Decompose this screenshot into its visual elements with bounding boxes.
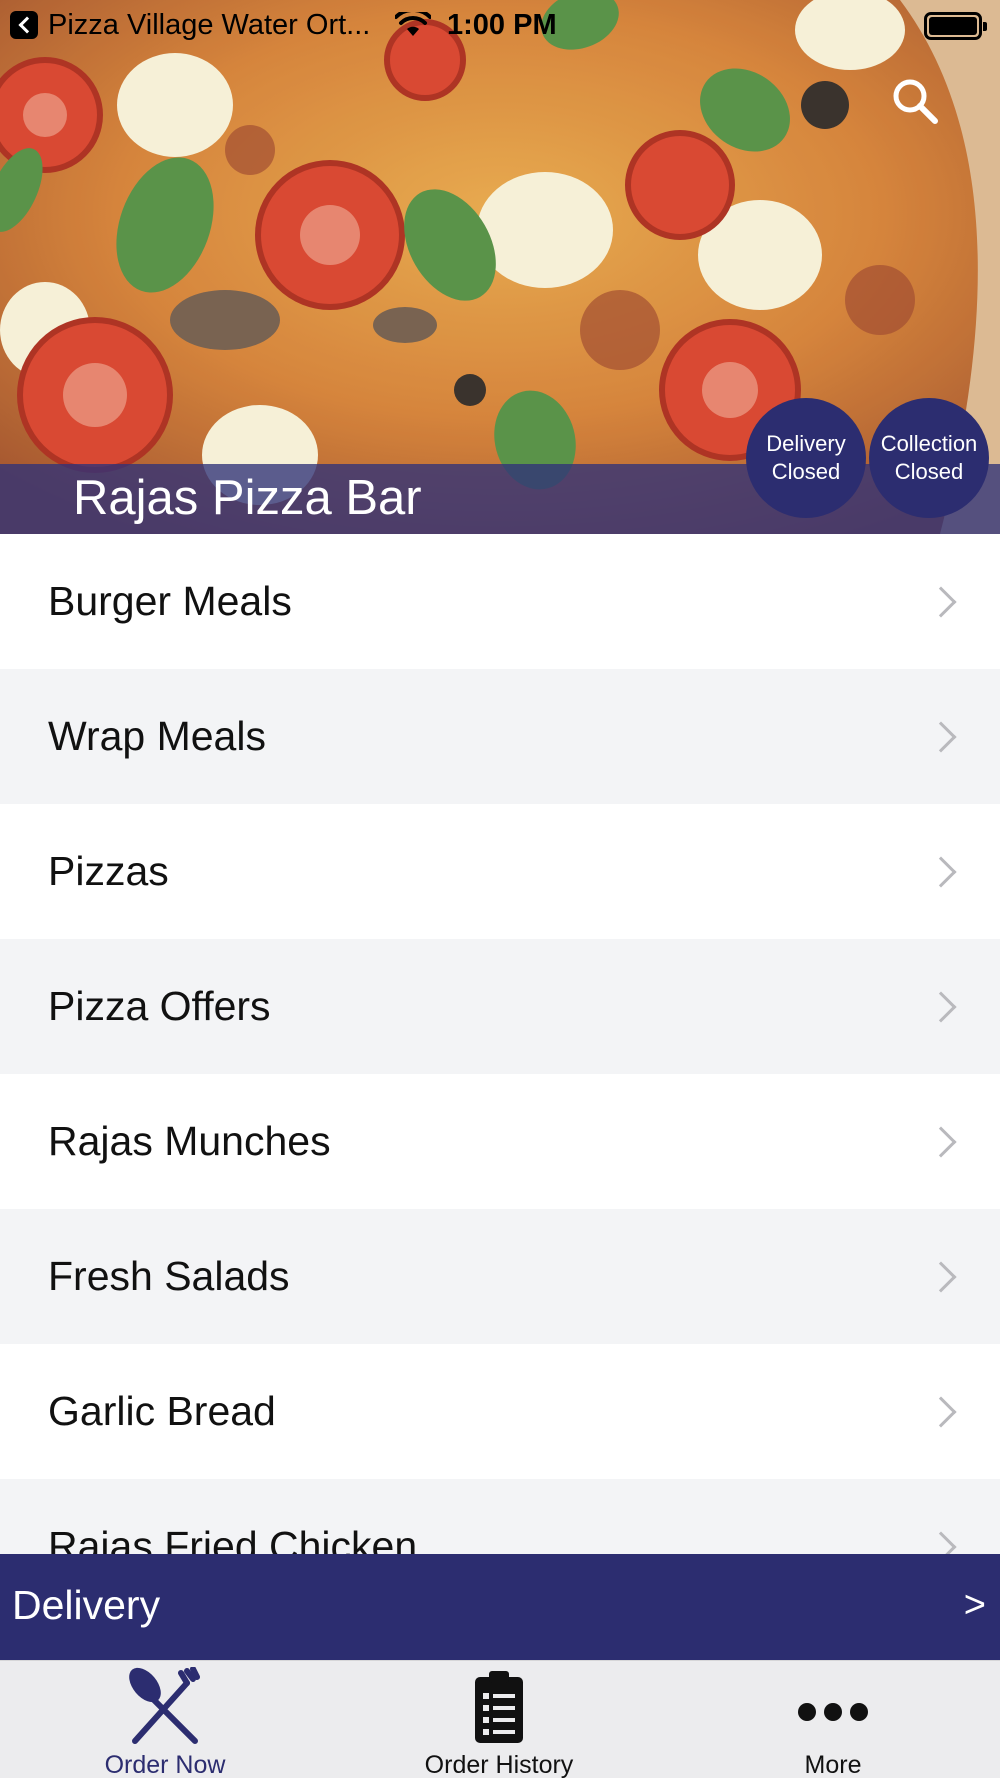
menu-category-wrap-meals[interactable]: Wrap Meals [0, 669, 1000, 804]
clipboard-list-icon [475, 1671, 523, 1743]
delivery-badge-line2: Closed [771, 459, 841, 484]
collection-status-badge: Collection Closed [869, 398, 989, 518]
delivery-badge-line1: Delivery [766, 431, 846, 456]
menu-category-label: Burger Meals [48, 578, 292, 624]
back-app-label[interactable]: Pizza Village Water Ort... [48, 9, 370, 42]
tab-label: Order History [424, 1751, 574, 1778]
menu-category-label: Wrap Meals [48, 713, 266, 759]
chevron-right-icon [925, 586, 957, 618]
battery-icon [924, 12, 987, 40]
more-dots-icon [798, 1703, 868, 1721]
tab-label: Order Now [104, 1751, 226, 1778]
order-type-label: Delivery [12, 1582, 161, 1628]
menu-category-pizza-offers[interactable]: Pizza Offers [0, 939, 1000, 1074]
chevron-right-icon [925, 856, 957, 888]
menu-category-rajas-munches[interactable]: Rajas Munches [0, 1074, 1000, 1209]
tab-bar: Order Now Order History More [0, 1660, 1000, 1778]
status-bar: Pizza Village Water Ort... 1:00 PM [0, 0, 1000, 50]
menu-category-label: Garlic Bread [48, 1388, 276, 1434]
order-type-arrow: > [963, 1584, 986, 1626]
fork-knife-icon [129, 1667, 200, 1744]
chevron-right-icon [925, 991, 957, 1023]
collection-badge-line1: Collection [880, 431, 978, 456]
menu-category-label: Rajas Fried Chicken [48, 1523, 418, 1554]
tab-more[interactable]: More [693, 1661, 973, 1778]
menu-category-pizzas[interactable]: Pizzas [0, 804, 1000, 939]
menu-category-label: Pizzas [48, 848, 169, 894]
menu-category-label: Rajas Munches [48, 1118, 331, 1164]
delivery-status-badge: Delivery Closed [746, 398, 866, 518]
tab-order-history[interactable]: Order History [359, 1661, 639, 1778]
menu-category-rajas-fried-chicken[interactable]: Rajas Fried Chicken [0, 1479, 1000, 1554]
status-time: 1:00 PM [447, 9, 557, 41]
store-name: Rajas Pizza Bar [73, 471, 422, 525]
search-icon[interactable] [890, 76, 940, 126]
chevron-right-icon [925, 1531, 957, 1554]
menu-category-list[interactable]: Burger Meals Wrap Meals Pizzas Pizza Off… [0, 534, 1000, 1554]
wifi-icon [395, 12, 431, 36]
collection-badge-line2: Closed [894, 459, 964, 484]
menu-category-burger-meals[interactable]: Burger Meals [0, 534, 1000, 669]
order-type-bar[interactable]: Delivery > [0, 1554, 1000, 1660]
tab-order-now[interactable]: Order Now [25, 1661, 305, 1778]
menu-category-fresh-salads[interactable]: Fresh Salads [0, 1209, 1000, 1344]
menu-category-label: Pizza Offers [48, 983, 271, 1029]
back-icon[interactable] [10, 11, 38, 39]
chevron-right-icon [925, 1396, 957, 1428]
chevron-right-icon [925, 1261, 957, 1293]
chevron-right-icon [925, 721, 957, 753]
menu-category-label: Fresh Salads [48, 1253, 290, 1299]
chevron-right-icon [925, 1126, 957, 1158]
menu-category-garlic-bread[interactable]: Garlic Bread [0, 1344, 1000, 1479]
tab-label: More [804, 1751, 862, 1778]
